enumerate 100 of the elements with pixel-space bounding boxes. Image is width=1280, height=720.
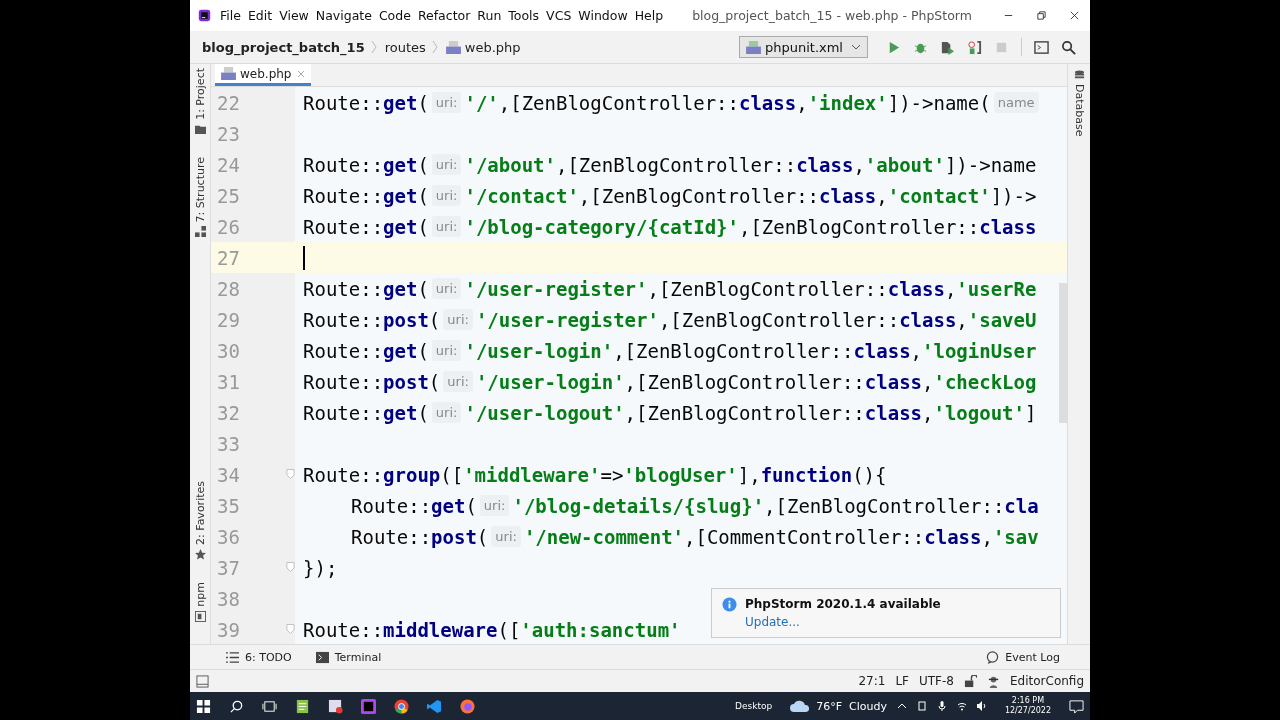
tool-window-tab[interactable]: 2: Favorites	[193, 481, 207, 546]
layout-icon[interactable]	[196, 674, 209, 688]
clock-time[interactable]: 2:16 PM	[1011, 696, 1045, 706]
breadcrumb[interactable]: blog_project_batch_15	[202, 39, 365, 55]
menu-item[interactable]: File	[220, 8, 241, 23]
menu-item[interactable]: Edit	[247, 8, 273, 23]
code-text: ,[ZenBlogController::	[624, 370, 865, 393]
menu-item[interactable]: Code	[378, 8, 411, 23]
code-text: Route::	[303, 618, 384, 641]
firefox-icon[interactable]	[460, 698, 475, 714]
code-text: Route::	[303, 308, 384, 331]
code-text: (	[428, 308, 441, 331]
menu-item[interactable]: VCS	[546, 8, 572, 23]
php-file-icon	[445, 40, 461, 54]
code-text: 'logout'	[933, 401, 1025, 424]
code-text: Route::	[303, 339, 384, 362]
coverage-icon[interactable]	[940, 39, 955, 55]
code-text: 'index'	[807, 91, 888, 114]
text-caret	[303, 245, 305, 270]
code-text: '/user-register'	[464, 277, 648, 300]
code-text: (	[417, 339, 429, 362]
vscode-icon[interactable]	[427, 698, 442, 714]
php-file-icon	[221, 67, 236, 80]
code-text: ,[ZenBlogController::	[658, 308, 900, 331]
code-text: ,	[922, 401, 934, 424]
inspector-icon[interactable]	[987, 674, 1000, 688]
code-text: 'contact'	[887, 184, 991, 207]
code-text: Route::	[303, 370, 384, 393]
wifi-icon[interactable]	[956, 701, 967, 711]
notepad-icon[interactable]	[295, 698, 310, 714]
clock-date[interactable]: 12/27/2022	[1004, 706, 1051, 716]
status-item[interactable]: EditorConfig	[1010, 674, 1084, 688]
menu-item[interactable]: Navigate	[315, 8, 372, 23]
search-icon[interactable]	[229, 698, 244, 714]
code-text: (	[417, 277, 429, 300]
editor-tab[interactable]: web.php	[215, 64, 312, 86]
scrollbar[interactable]	[1059, 283, 1067, 423]
speaker-icon[interactable]	[976, 701, 987, 711]
code-text: ,	[910, 339, 923, 362]
tool-window-tab[interactable]: 7: Structure	[193, 156, 207, 223]
code-text: class	[864, 401, 922, 424]
code-text: group	[383, 463, 441, 486]
desktop-toolbar-label[interactable]: Desktop	[735, 701, 773, 711]
code-text: Route::	[303, 277, 384, 300]
parameter-hint: uri:	[431, 92, 462, 113]
event-log-tab[interactable]: Event Log	[1005, 650, 1060, 664]
recorder-icon[interactable]	[328, 698, 343, 714]
tool-window-tab[interactable]: npm	[193, 582, 207, 607]
line-number: 30	[217, 339, 240, 362]
microphone-icon[interactable]	[936, 701, 947, 711]
profile-icon[interactable]	[967, 39, 982, 55]
tool-window-tab[interactable]: 6: TODO	[245, 650, 292, 664]
search-icon[interactable]	[1061, 39, 1076, 55]
network-icon[interactable]	[916, 701, 927, 711]
code-text: ])->name(	[887, 91, 991, 114]
speech-bubble-icon	[986, 650, 1000, 664]
code-text: ,[ZenBlogController::	[739, 215, 980, 238]
chevron-icon	[431, 40, 438, 54]
breadcrumb[interactable]: routes	[384, 39, 426, 55]
menu-item[interactable]: Refactor	[417, 8, 471, 23]
line-number: 37	[217, 556, 240, 579]
code-text: ,[ZenBlogController::	[613, 339, 854, 362]
menu-item[interactable]: View	[279, 8, 309, 23]
code-text: 'userRe	[956, 277, 1037, 300]
window-icon[interactable]	[1034, 39, 1049, 55]
npm-icon	[194, 611, 206, 622]
code-text: 'checkLog	[933, 370, 1037, 393]
menu-item[interactable]: Tools	[508, 8, 540, 23]
menu-item[interactable]: Run	[477, 8, 502, 23]
lock-icon[interactable]	[964, 674, 977, 688]
code-text: class	[819, 184, 877, 207]
close-icon[interactable]	[1069, 10, 1080, 21]
phpstorm-icon[interactable]	[361, 698, 376, 714]
menu-item[interactable]: Window	[578, 8, 628, 23]
code-text: (	[476, 525, 489, 548]
menu-item[interactable]: Help	[634, 8, 664, 23]
tool-window-tab[interactable]: Terminal	[334, 650, 382, 664]
update-link[interactable]: Update...	[745, 615, 800, 629]
code-text: class	[853, 339, 911, 362]
status-item[interactable]: LF	[895, 674, 909, 688]
code-text: Route::	[303, 215, 384, 238]
weather-text[interactable]: 76°F Cloudy	[816, 699, 887, 713]
status-item[interactable]: 27:1	[858, 674, 886, 688]
notification-title: PhpStorm 2020.1.4 available	[745, 597, 941, 611]
status-item[interactable]: UTF-8	[919, 674, 954, 688]
parameter-hint: name	[993, 92, 1039, 113]
chrome-icon[interactable]	[394, 698, 409, 714]
run-config-dropdown[interactable]: phpunit.xml	[738, 36, 868, 58]
breadcrumb[interactable]: web.php	[464, 39, 521, 55]
code-text: function	[760, 463, 853, 486]
task-view-icon[interactable]	[262, 698, 277, 714]
code-text: });	[303, 556, 338, 579]
notification-icon[interactable]	[1069, 698, 1084, 714]
chevron-up-icon[interactable]	[896, 701, 907, 711]
tool-window-tab[interactable]: 1: Project	[193, 68, 207, 120]
tool-window-tab[interactable]: Database	[1072, 84, 1086, 137]
code-text: 'auth:sanctum'	[520, 618, 681, 641]
restore-icon[interactable]	[1036, 10, 1047, 21]
code-text: ,[ZenBlogController::	[498, 91, 739, 114]
windows-start-icon[interactable]	[196, 698, 211, 714]
